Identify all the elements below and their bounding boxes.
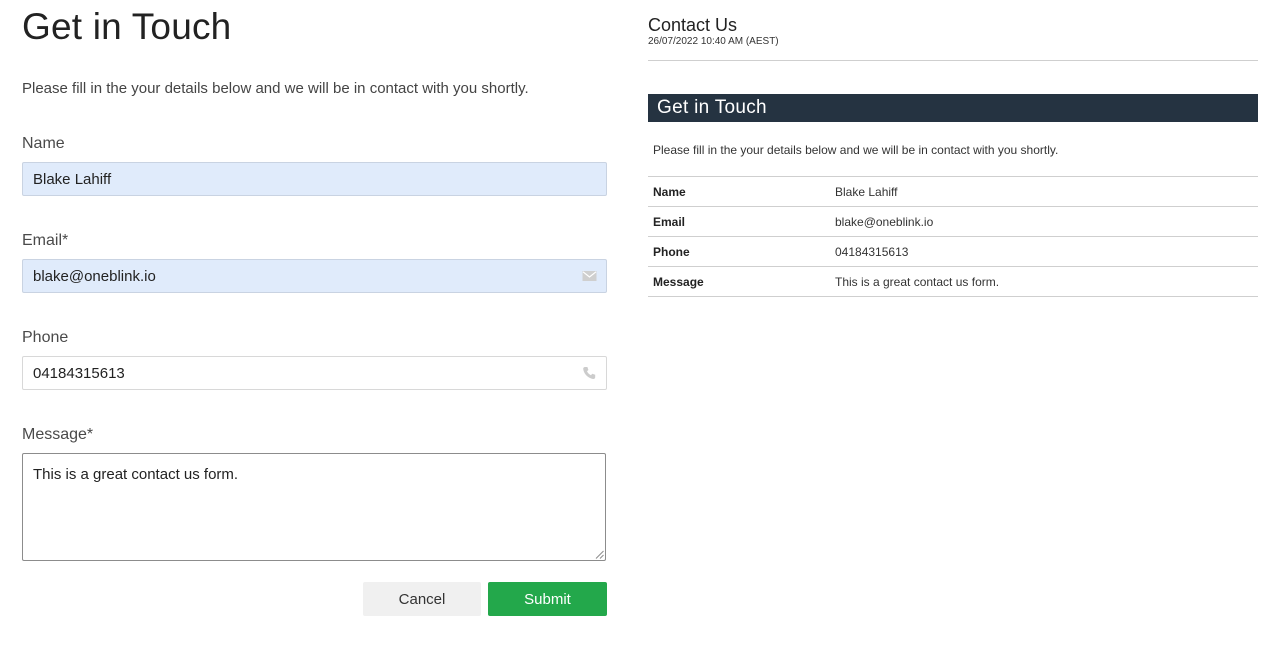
table-row: Phone 04184315613 xyxy=(648,236,1258,266)
row-value: This is a great contact us form. xyxy=(835,275,1000,289)
resize-handle-icon[interactable] xyxy=(595,550,604,559)
summary-banner: Get in Touch xyxy=(648,94,1258,122)
envelope-icon xyxy=(582,271,597,281)
summary-description: Please fill in the your details below an… xyxy=(653,143,1059,157)
message-label: Message* xyxy=(22,426,94,443)
email-label: Email* xyxy=(22,232,69,249)
message-textarea[interactable]: This is a great contact us form. xyxy=(22,453,606,561)
email-input-value: blake@oneblink.io xyxy=(33,268,156,285)
phone-label: Phone xyxy=(22,329,69,346)
summary-title: Contact Us xyxy=(648,15,738,35)
email-input[interactable]: blake@oneblink.io xyxy=(22,259,607,293)
phone-input-value: 04184315613 xyxy=(33,365,125,382)
row-value: Blake Lahiff xyxy=(835,185,898,199)
row-value: 04184315613 xyxy=(835,245,909,259)
form-description: Please fill in the your details below an… xyxy=(22,80,529,97)
table-row: Message This is a great contact us form. xyxy=(648,266,1258,297)
name-label: Name xyxy=(22,135,65,152)
form-title: Get in Touch xyxy=(22,6,232,47)
phone-input[interactable]: 04184315613 xyxy=(22,356,607,390)
name-input-value: Blake Lahiff xyxy=(33,171,112,188)
message-textarea-value: This is a great contact us form. xyxy=(33,466,239,483)
row-key: Email xyxy=(653,215,686,229)
table-row: Email blake@oneblink.io xyxy=(648,206,1258,236)
phone-icon xyxy=(583,367,596,379)
cancel-button[interactable]: Cancel xyxy=(363,582,481,616)
submit-button[interactable]: Submit xyxy=(488,582,607,616)
summary-timestamp: 26/07/2022 10:40 AM (AEST) xyxy=(648,36,779,47)
name-input[interactable]: Blake Lahiff xyxy=(22,162,607,196)
row-value: blake@oneblink.io xyxy=(835,215,934,229)
row-key: Phone xyxy=(653,245,690,259)
summary-divider xyxy=(648,60,1258,61)
row-key: Name xyxy=(653,185,686,199)
summary-table: Name Blake Lahiff Email blake@oneblink.i… xyxy=(648,176,1258,297)
summary-banner-title: Get in Touch xyxy=(657,97,767,118)
row-key: Message xyxy=(653,275,704,289)
table-row: Name Blake Lahiff xyxy=(648,176,1258,206)
